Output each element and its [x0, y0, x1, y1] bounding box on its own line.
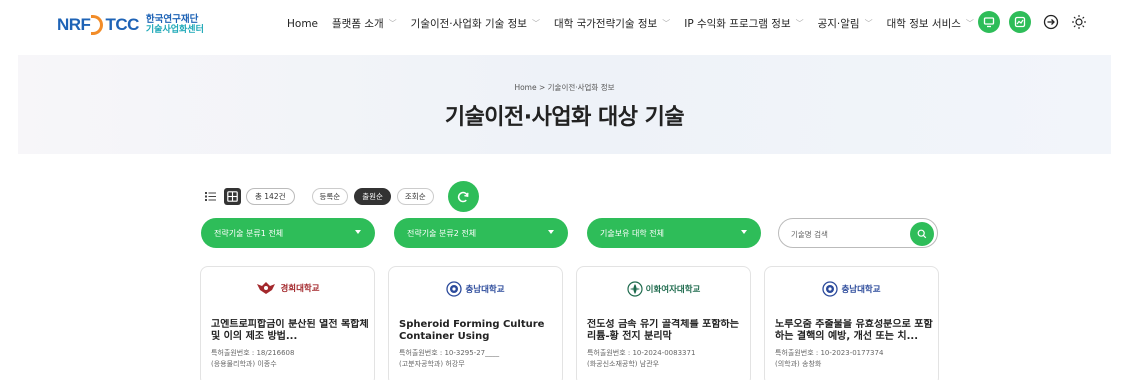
- university-name: 경희대학교: [280, 284, 320, 294]
- department-inventor: (화공신소재공학) 남관우: [587, 360, 660, 368]
- tech-card[interactable]: 충남대학교 Spheroid Forming Culture Container…: [388, 266, 563, 380]
- university-name: 충남대학교: [841, 285, 881, 295]
- cnu-emblem-icon: [446, 281, 463, 297]
- nav-univ-info[interactable]: 대학 정보 서비스 ﹀: [887, 16, 974, 31]
- card-title: 전도성 금속 유기 골격체를 포함하는 리튬-황 전지 분리막: [587, 319, 739, 342]
- page-hero: Home > 기술이전·사업화 정보 기술이전·사업화 대상 기술: [18, 55, 1111, 154]
- logo-arc: [91, 15, 104, 35]
- monitor-icon: [983, 17, 995, 28]
- nav-ip-program-label: IP 수익화 프로그램 정보: [684, 18, 791, 30]
- card-title: Spheroid Forming Culture Container Using…: [399, 319, 545, 342]
- cnu-emblem-icon: [822, 281, 839, 297]
- chevron-down-icon: ﹀: [388, 19, 397, 28]
- sort-by-views-button[interactable]: 조회순: [396, 188, 434, 205]
- grid-view-button[interactable]: [224, 188, 241, 205]
- strategic-tech-category1-select[interactable]: 전략기술 분류1 전체: [201, 218, 375, 248]
- chevron-down-icon: ﹀: [864, 19, 873, 28]
- logo-nrf: NRF: [57, 15, 91, 34]
- university-logo: 경희대학교: [201, 281, 374, 295]
- nav-notice-label: 공지·알림: [817, 18, 860, 30]
- card-title: 노루오줌 추출물을 유효성분으로 포함하는 결핵의 예방, 개선 또는 치...: [775, 319, 933, 342]
- breadcrumb[interactable]: Home > 기술이전·사업화 정보: [18, 82, 1111, 93]
- nav-strategic-tech[interactable]: 대학 국가전략기술 정보 ﹀: [554, 16, 670, 31]
- total-count-badge: 총 142건: [246, 188, 295, 205]
- university-name: 이화여자대학교: [645, 285, 701, 295]
- sort-by-application-button[interactable]: 출원순: [354, 188, 391, 205]
- caret-down-icon: [548, 230, 554, 234]
- strategic-tech-category2-value: 전략기술 분류2 전체: [407, 228, 477, 238]
- kyunghee-emblem-icon: [257, 282, 276, 294]
- header-actions: [978, 11, 1096, 33]
- reset-filter-button[interactable]: [447, 181, 479, 212]
- refresh-icon: [458, 191, 469, 202]
- card-meta: 특허출원번호 : 18/216608 (응용물리학과) 이종수: [211, 348, 294, 370]
- sort-by-registration-button[interactable]: 등록순: [311, 188, 349, 205]
- nav-ip-program[interactable]: IP 수익화 프로그램 정보 ﹀: [684, 16, 803, 31]
- logo-tcc: TCC: [105, 15, 139, 34]
- nav-strategic-tech-label: 대학 국가전략기술 정보: [553, 18, 658, 30]
- patent-number: 특허출원번호 : 10-3295-27____: [399, 349, 500, 357]
- grid-view-icon: [227, 191, 238, 202]
- theme-toggle-button[interactable]: [1068, 11, 1090, 33]
- nav-platform-intro-label: 플랫폼 소개: [332, 18, 384, 30]
- nrf-tcc-logo[interactable]: NRF TCC 한국연구재단 기술사업화센터: [57, 12, 204, 38]
- list-view-icon: [205, 192, 216, 201]
- logo-text: 한국연구재단 기술사업화센터: [146, 14, 204, 36]
- main-nav: Home 플랫폼 소개 ﹀ 기술이전·사업화 기술 정보 ﹀ 대학 국가전략기술 정…: [287, 16, 988, 31]
- card-title: 고엔트로피합금이 분산된 열전 복합체 및 이의 제조 방법...: [211, 319, 369, 342]
- university-select[interactable]: 기술보유 대학 전체: [587, 218, 761, 248]
- nav-tech-transfer-label: 기술이전·사업화 기술 정보: [410, 18, 527, 30]
- dashboard-button[interactable]: [1009, 11, 1031, 33]
- tech-search-input[interactable]: [791, 227, 901, 241]
- patent-number: 특허출원번호 : 18/216608: [211, 349, 295, 357]
- logo-line2: 기술사업화센터: [145, 25, 204, 35]
- tech-card[interactable]: 충남대학교 노루오줌 추출물을 유효성분으로 포함하는 결핵의 예방, 개선 또…: [764, 266, 939, 380]
- nav-platform-intro[interactable]: 플랫폼 소개 ﹀: [332, 16, 397, 31]
- login-button[interactable]: [1040, 11, 1062, 33]
- strategic-tech-category2-select[interactable]: 전략기술 분류2 전체: [394, 218, 568, 248]
- caret-down-icon: [355, 230, 361, 234]
- search-icon: [917, 229, 927, 239]
- nav-home-label: Home: [287, 17, 319, 30]
- nav-univ-info-label: 대학 정보 서비스: [886, 18, 961, 30]
- patent-number: 특허출원번호 : 10-2024-0083371: [587, 349, 696, 357]
- tech-card[interactable]: 경희대학교 고엔트로피합금이 분산된 열전 복합체 및 이의 제조 방법... …: [200, 266, 375, 380]
- sun-icon: [1072, 15, 1086, 29]
- monitor-button[interactable]: [978, 11, 1000, 33]
- nav-notice[interactable]: 공지·알림 ﹀: [818, 16, 873, 31]
- nav-home[interactable]: Home: [287, 18, 318, 30]
- strategic-tech-category1-value: 전략기술 분류1 전체: [214, 228, 284, 238]
- chevron-down-icon: ﹀: [531, 19, 540, 28]
- university-select-value: 기술보유 대학 전체: [600, 228, 664, 238]
- chevron-down-icon: ﹀: [965, 19, 974, 28]
- logo-line1: 한국연구재단: [145, 14, 199, 25]
- list-view-button[interactable]: [202, 188, 219, 205]
- department-inventor: (고분자공학과) 허강무: [399, 360, 465, 368]
- chart-icon: [1014, 16, 1026, 28]
- page-title: 기술이전·사업화 대상 기술: [444, 105, 685, 130]
- university-logo: 충남대학교: [389, 281, 562, 297]
- nav-tech-transfer[interactable]: 기술이전·사업화 기술 정보 ﹀: [411, 16, 540, 31]
- department-inventor: (응용물리학과) 이종수: [211, 360, 277, 368]
- card-meta: 특허출원번호 : 10-2024-0083371 (화공신소재공학) 남관우: [587, 348, 695, 370]
- site-header: NRF TCC 한국연구재단 기술사업화센터 Home 플랫폼 소개 ﹀ 기술이전…: [0, 0, 1129, 50]
- ewha-emblem-icon: [627, 281, 643, 297]
- department-inventor: (의학과) 송창화: [775, 360, 822, 368]
- list-toolbar: 총 142건 등록순 출원순 조회순: [202, 181, 479, 212]
- filter-row: 전략기술 분류1 전체 전략기술 분류2 전체 기술보유 대학 전체: [0, 218, 1129, 248]
- search-button[interactable]: [910, 222, 934, 246]
- chevron-down-icon: ﹀: [795, 19, 804, 28]
- university-logo: 이화여자대학교: [577, 281, 750, 297]
- university-logo: 충남대학교: [765, 281, 938, 297]
- chevron-down-icon: ﹀: [662, 19, 671, 28]
- card-meta: 특허출원번호 : 10-2023-0177374 (의학과) 송창화: [775, 348, 883, 370]
- university-name: 충남대학교: [465, 285, 505, 295]
- tech-search-box: [778, 218, 938, 248]
- caret-down-icon: [741, 230, 747, 234]
- patent-number: 특허출원번호 : 10-2023-0177374: [775, 349, 884, 357]
- tech-card[interactable]: 이화여자대학교 전도성 금속 유기 골격체를 포함하는 리튬-황 전지 분리막 …: [576, 266, 751, 380]
- card-meta: 특허출원번호 : 10-3295-27____ (고분자공학과) 허강무: [399, 348, 499, 370]
- login-icon: [1043, 14, 1059, 30]
